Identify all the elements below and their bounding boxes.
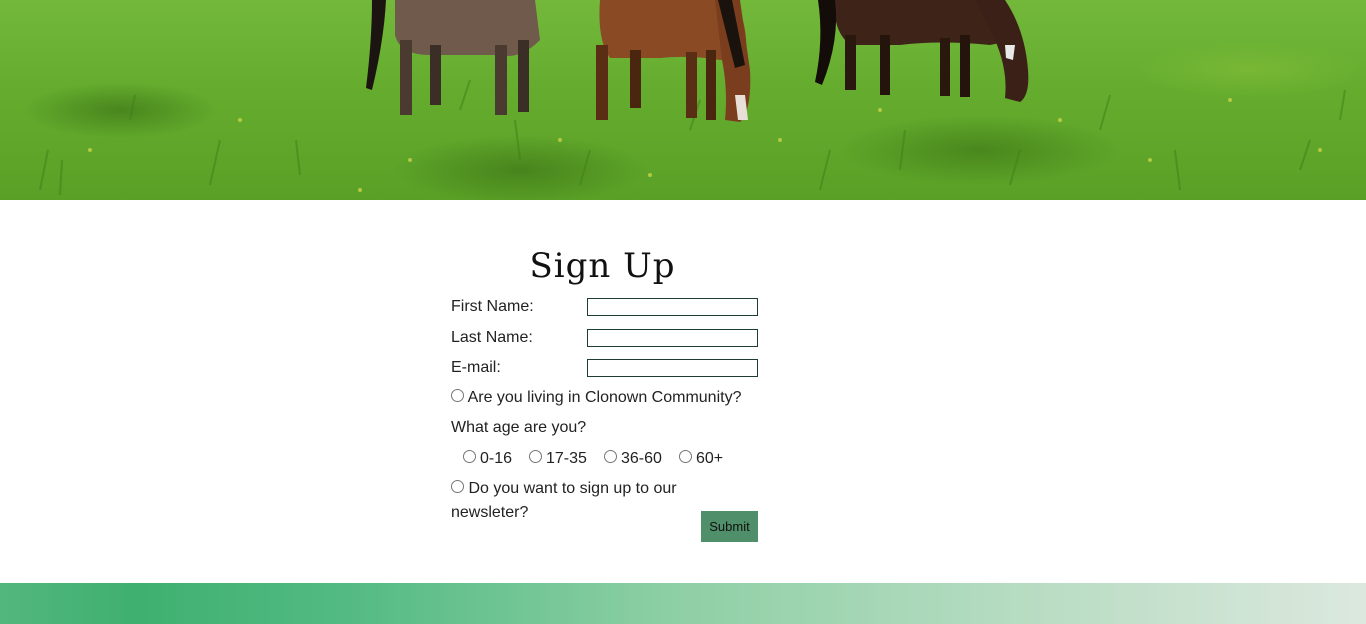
age-options-row: 0-16 17-35 36-60 60+ [451,447,758,471]
age-option-17-35[interactable]: 17-35 [529,447,587,471]
age-option-label: 60+ [696,450,724,467]
age-question: What age are you? [451,419,587,436]
age-option-0-16[interactable]: 0-16 [463,447,512,471]
hero-banner [0,0,1366,200]
age-option-label: 0-16 [480,450,513,467]
signup-form: Sign Up First Name: Last Name: E-mail: A… [451,240,758,542]
age-option-label: 36-60 [621,450,662,467]
age-option-60-plus[interactable]: 60+ [679,447,723,471]
age-radio-17-35[interactable] [529,450,542,464]
newsletter-question: Do you want to sign up to our newsleter? [451,480,677,521]
age-radio-60-plus[interactable] [679,450,692,464]
email-row: E-mail: [451,356,758,380]
submit-button[interactable]: Submit [701,511,758,542]
first-name-row: First Name: [451,295,758,319]
age-radio-0-16[interactable] [463,450,476,464]
first-name-field[interactable] [587,298,758,316]
grazing-horses-image [39,0,1346,196]
newsletter-row: Do you want to sign up to our newsleter? [451,477,758,521]
age-option-36-60[interactable]: 36-60 [604,447,662,471]
community-question: Are you living in Clonown Community? [467,389,742,406]
age-option-label: 17-35 [546,450,587,467]
last-name-label: Last Name: [451,329,533,346]
community-row: Are you living in Clonown Community? [451,386,758,410]
footer-bar [0,583,1366,624]
first-name-label: First Name: [451,298,534,315]
age-question-row: What age are you? [451,416,758,440]
newsletter-radio[interactable] [451,480,464,494]
last-name-row: Last Name: [451,326,758,350]
email-label: E-mail: [451,359,501,376]
community-radio[interactable] [451,389,464,403]
email-field[interactable] [587,359,758,377]
age-radio-36-60[interactable] [604,450,617,464]
last-name-field[interactable] [587,329,758,347]
page-title: Sign Up [529,246,676,286]
